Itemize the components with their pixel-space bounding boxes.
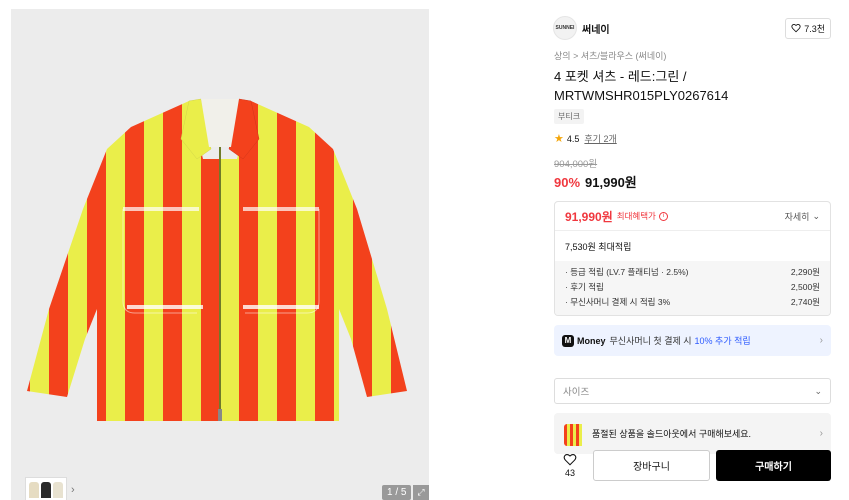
points-item: · 후기 적립 2,500원 xyxy=(565,280,820,295)
money-text: 무신사머니 첫 결제 시 xyxy=(609,336,692,346)
star-icon: ★ xyxy=(554,133,564,145)
wishlist-count: 43 xyxy=(564,467,575,478)
heart-icon xyxy=(563,453,577,465)
max-benefit-label: 최대혜택가 xyxy=(616,211,656,221)
points-item: · 등급 적립 (LV.7 플래티넘 · 2.5%) 2,290원 xyxy=(565,265,820,280)
breadcrumb-subcategory[interactable]: 셔츠/블라우스 (써네이) xyxy=(581,51,667,61)
max-benefit-price: 91,990원 xyxy=(565,209,613,224)
size-select[interactable]: 사이즈 ⌄ xyxy=(554,378,831,404)
soldout-text: 품절된 상품을 솔드아웃에서 구매해보세요. xyxy=(592,429,752,439)
sale-price: 91,990원 xyxy=(585,175,637,190)
breadcrumb-category[interactable]: 상의 xyxy=(554,51,571,61)
points-item-value: 2,290원 xyxy=(790,267,820,277)
breadcrumb: 상의 > 셔츠/블라우스 (써네이) xyxy=(554,49,841,62)
product-info-panel: SUNNEI 써네이 7.3천 상의 > 셔츠/블라우스 (써네이) 4 포켓 … xyxy=(543,9,841,454)
detail-label: 자세히 xyxy=(784,211,810,222)
chevron-right-icon: › xyxy=(819,428,823,439)
rating-row: ★ 4.5 후기 2개 xyxy=(554,132,841,145)
wishlist-button[interactable]: 43 xyxy=(554,453,586,478)
heart-icon xyxy=(791,24,801,33)
brand-name[interactable]: 써네이 xyxy=(582,21,610,36)
money-brand: Money xyxy=(577,335,606,346)
info-icon[interactable]: i xyxy=(658,211,668,221)
points-item-label: · 무신사머니 결제 시 적립 3% xyxy=(565,297,671,307)
product-image[interactable] xyxy=(11,9,429,479)
points-item: · 무신사머니 결제 시 적립 3% 2,740원 xyxy=(565,295,820,310)
like-count: 7.3천 xyxy=(804,23,825,34)
soldout-product-thumbnail xyxy=(564,423,582,446)
add-to-cart-button[interactable]: 장바구니 xyxy=(593,449,710,481)
brand-like-button[interactable]: 7.3천 xyxy=(785,17,831,39)
original-price: 904,000원 xyxy=(554,159,598,170)
benefit-box: 91,990원 최대혜택가 i 자세히 ⌄ 7,530원 최대적립 · 등급 적… xyxy=(554,201,831,316)
brand-row: SUNNEI 써네이 7.3천 xyxy=(543,9,841,47)
product-gallery: › 1 / 5 ⤢ xyxy=(11,9,429,500)
buy-now-button[interactable]: 구매하기 xyxy=(716,449,831,481)
points-item-value: 2,740원 xyxy=(790,297,820,307)
points-item-label: · 등급 적립 (LV.7 플래티넘 · 2.5%) xyxy=(565,267,689,277)
money-promo-banner[interactable]: M Money 무신사머니 첫 결제 시 10% 추가 적립 › xyxy=(554,325,831,356)
points-item-value: 2,500원 xyxy=(790,282,820,292)
chevron-down-icon: ⌄ xyxy=(814,385,822,396)
chevron-down-icon: ⌄ xyxy=(812,210,820,221)
breadcrumb-separator: > xyxy=(573,51,579,61)
chevron-right-icon: › xyxy=(819,335,823,346)
points-item-label: · 후기 적립 xyxy=(565,282,604,292)
money-accent: 10% 추가 적립 xyxy=(694,336,751,346)
size-placeholder: 사이즈 xyxy=(563,387,590,398)
points-breakdown: · 등급 적립 (LV.7 플래티넘 · 2.5%) 2,290원 · 후기 적… xyxy=(555,261,830,315)
expand-icon[interactable]: ⤢ xyxy=(413,485,429,500)
benefit-detail-toggle[interactable]: 자세히 ⌄ xyxy=(785,210,820,223)
boutique-tag: 부티크 xyxy=(554,109,585,124)
chevron-right-icon[interactable]: › xyxy=(71,484,75,496)
discount-rate: 90% xyxy=(554,175,581,190)
brand-logo[interactable]: SUNNEI xyxy=(553,16,577,40)
benefit-header[interactable]: 91,990원 최대혜택가 i 자세히 ⌄ xyxy=(555,202,830,231)
thumbnail-strip: › xyxy=(25,477,75,500)
review-link[interactable]: 후기 2개 xyxy=(584,132,616,145)
rating-value: 4.5 xyxy=(566,133,580,144)
image-counter: 1 / 5 xyxy=(382,485,412,500)
max-points: 7,530원 최대적립 xyxy=(565,241,632,252)
thumbnail-image[interactable] xyxy=(25,477,67,500)
sale-price-row: 90% 91,990원 xyxy=(554,172,841,191)
purchase-bar: 43 장바구니 구매하기 xyxy=(554,446,841,484)
money-logo-icon: M xyxy=(562,334,574,347)
product-title: 4 포켓 셔츠 - 레드:그린 / MRTWMSHR015PLY0267614 xyxy=(554,69,729,103)
